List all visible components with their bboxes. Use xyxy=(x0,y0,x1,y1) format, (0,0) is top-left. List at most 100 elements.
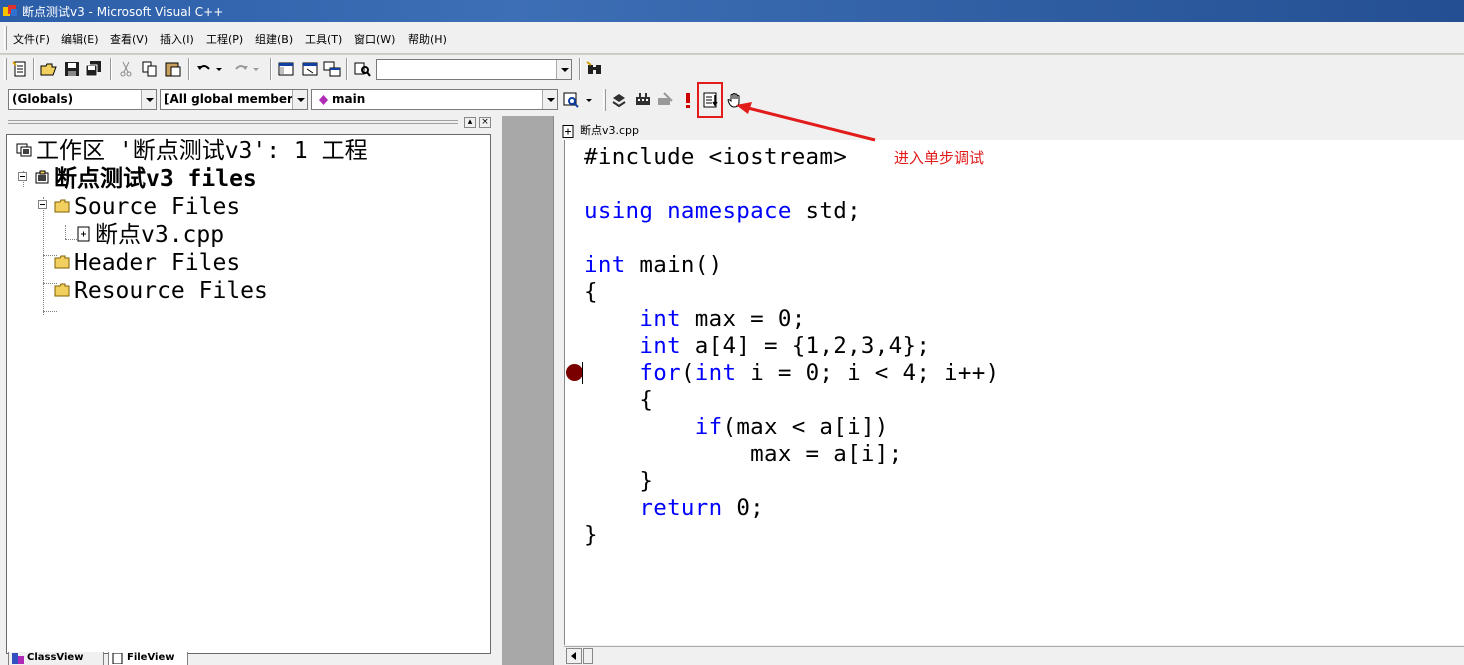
tree-item-workspace[interactable]: 工作区 '断点测试v3': 1 工程 xyxy=(16,137,368,165)
tree-item-label: 断点v3.cpp xyxy=(95,222,225,248)
code-line: if(max < a[i]) xyxy=(584,414,889,441)
class-combo[interactable]: (Globals) xyxy=(8,89,157,110)
code-text: ( xyxy=(680,360,695,386)
undo-icon[interactable] xyxy=(195,60,213,78)
execute-icon[interactable] xyxy=(681,91,695,109)
menu-tools[interactable]: 工具(T) xyxy=(305,31,342,47)
editor-tab-title: 断点v3.cpp xyxy=(580,124,640,137)
toolbar-grip xyxy=(4,58,7,80)
standard-toolbar xyxy=(0,55,1464,85)
tab-fileview[interactable]: FileView xyxy=(108,652,188,665)
tree-item-label: 工作区 '断点测试v3': 1 工程 xyxy=(36,138,368,164)
save-icon[interactable] xyxy=(63,60,81,78)
filter-combo[interactable]: [All global members xyxy=(160,89,308,110)
visual-cpp-app-icon xyxy=(3,5,17,16)
code-line: return 0; xyxy=(584,495,764,522)
redo-icon[interactable] xyxy=(232,60,250,78)
editor-caption: 断点v3.cpp xyxy=(562,122,639,138)
stop-build-icon[interactable] xyxy=(656,91,674,109)
classview-icon xyxy=(12,653,24,664)
code-text: { xyxy=(584,279,598,305)
code-keyword: for xyxy=(639,360,681,386)
horizontal-scrollbar[interactable] xyxy=(564,646,1464,665)
code-text: { xyxy=(584,387,654,413)
redo-dropdown-icon[interactable] xyxy=(251,60,261,78)
code-keyword: int xyxy=(584,252,626,278)
wizard-dropdown-icon[interactable] xyxy=(584,91,594,109)
scroll-thumb[interactable] xyxy=(583,648,593,664)
menu-view[interactable]: 查看(V) xyxy=(110,31,148,47)
members-combo-value: main xyxy=(332,92,366,106)
chevron-down-icon[interactable] xyxy=(556,60,571,79)
cpp-file-icon xyxy=(77,226,90,241)
menu-edit[interactable]: 编辑(E) xyxy=(61,31,99,47)
menu-window[interactable]: 窗口(W) xyxy=(354,31,395,47)
compile-icon[interactable] xyxy=(610,91,628,109)
tab-classview[interactable]: ClassView xyxy=(8,652,104,665)
collapse-toggle-icon[interactable] xyxy=(18,172,27,181)
members-combo[interactable]: main xyxy=(311,89,558,110)
menu-help[interactable]: 帮助(H) xyxy=(408,31,447,47)
window-list-icon[interactable] xyxy=(323,60,341,78)
toolbar-separator xyxy=(346,58,348,80)
menu-file[interactable]: 文件(F) xyxy=(13,31,50,47)
chevron-down-icon[interactable] xyxy=(141,90,156,109)
code-editor[interactable]: #include <iostream> using namespace std; i… xyxy=(582,140,1464,645)
code-keyword: using namespace xyxy=(584,198,792,224)
cut-icon[interactable] xyxy=(117,60,135,78)
tree-item-cpp-file[interactable]: 断点v3.cpp xyxy=(75,221,224,249)
tree-item-source-files[interactable]: Source Files xyxy=(54,193,240,221)
open-folder-icon[interactable] xyxy=(40,60,58,78)
find-in-files-icon[interactable] xyxy=(353,60,371,78)
code-keyword: return xyxy=(639,495,723,521)
menu-insert[interactable]: 插入(I) xyxy=(160,31,194,47)
find-combo[interactable] xyxy=(376,59,572,80)
breakpoint-margin[interactable] xyxy=(564,140,582,645)
panel-grip-line xyxy=(8,123,458,124)
annotation-highlight-box xyxy=(697,82,723,118)
code-line: { xyxy=(584,387,653,414)
undo-dropdown-icon[interactable] xyxy=(214,60,224,78)
chevron-down-icon[interactable] xyxy=(292,90,307,109)
code-text: max = 0; xyxy=(680,306,806,332)
paste-icon[interactable] xyxy=(164,60,182,78)
code-keyword: int xyxy=(639,306,681,332)
tab-label: ClassView xyxy=(27,652,84,663)
collapse-toggle-icon[interactable] xyxy=(38,200,47,209)
panel-restore-icon[interactable]: ▴ xyxy=(464,117,476,128)
fileview-icon xyxy=(112,653,123,664)
annotation-label: 进入单步调试 xyxy=(894,149,985,167)
menu-build[interactable]: 组建(B) xyxy=(255,31,293,47)
folder-icon xyxy=(54,199,70,212)
output-window-icon[interactable] xyxy=(301,60,319,78)
wizard-actions-icon[interactable] xyxy=(563,91,581,109)
copy-icon[interactable] xyxy=(141,60,159,78)
code-text: std; xyxy=(791,198,861,224)
build-icon[interactable] xyxy=(634,91,652,109)
toolbar-separator xyxy=(270,58,272,80)
find-binoculars-icon[interactable] xyxy=(586,60,604,78)
code-text: main() xyxy=(625,252,723,278)
scroll-left-icon[interactable] xyxy=(566,648,582,664)
chevron-down-icon[interactable] xyxy=(542,90,557,109)
panel-grip-line xyxy=(8,120,458,121)
method-icon xyxy=(319,95,328,105)
folder-icon xyxy=(54,255,70,268)
tree-item-resource-files[interactable]: Resource Files xyxy=(54,277,268,305)
breakpoint-marker-icon[interactable] xyxy=(566,364,583,381)
toolbar-separator xyxy=(188,58,190,80)
menu-project[interactable]: 工程(P) xyxy=(206,31,243,47)
workspace-window-icon[interactable] xyxy=(277,60,295,78)
code-line: { xyxy=(584,279,598,306)
save-all-icon[interactable] xyxy=(85,60,103,78)
title-bar: 断点测试v3 - Microsoft Visual C++ xyxy=(0,0,1464,22)
code-text: 0; xyxy=(722,495,765,521)
tree-item-header-files[interactable]: Header Files xyxy=(54,249,240,277)
new-text-file-icon[interactable] xyxy=(11,60,29,78)
code-line: } xyxy=(584,522,598,549)
tree-item-project[interactable]: 断点测试v3 files xyxy=(34,165,257,193)
panel-close-icon[interactable]: × xyxy=(479,117,491,128)
workspace-tree[interactable]: 工作区 '断点测试v3': 1 工程 断点测试v3 files Source F… xyxy=(6,134,491,654)
